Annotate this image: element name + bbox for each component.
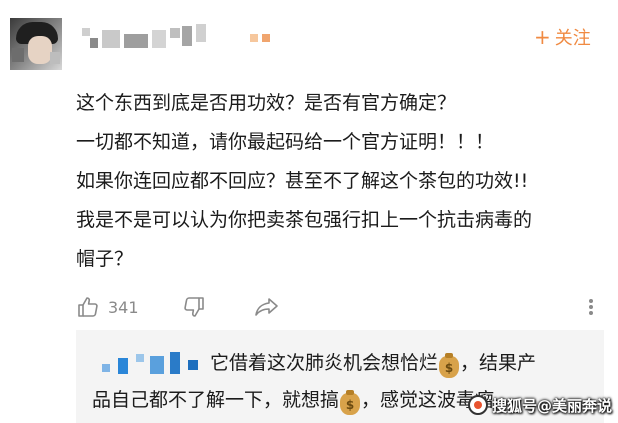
mosaic-pixel <box>170 28 180 38</box>
avatar[interactable] <box>10 18 62 70</box>
comment-line: 一切都不知道，请你最起码给一个官方证明！！！ <box>76 131 495 153</box>
thumbs-up-icon <box>76 295 100 319</box>
sohu-logo-icon <box>468 395 488 415</box>
plus-icon: + <box>534 25 551 49</box>
comment-actions: 341 <box>76 290 606 324</box>
more-options-button[interactable] <box>586 290 596 324</box>
money-bag-icon: $ <box>340 390 361 415</box>
watermark: 搜狐号@美丽奔说 <box>468 390 612 420</box>
like-count: 341 <box>108 297 139 317</box>
follow-label: 关注 <box>554 28 591 49</box>
comment-line: 帽子？ <box>76 248 134 270</box>
user-badge-pixel <box>262 34 270 42</box>
mosaic-pixel <box>196 24 206 42</box>
comment-header: + 关注 <box>0 0 618 76</box>
mosaic-pixel <box>182 26 192 46</box>
reply-text-part: 品自己都不了解一下，就想搞 <box>92 389 340 411</box>
reply-line: 它借着这次肺炎机会想恰烂 $ ，结果产 <box>92 345 602 382</box>
more-vertical-icon <box>586 295 596 319</box>
comment-body: 这个东西到底是否用功效？是否有官方确定？ 一切都不知道，请你最起码给一个官方证明… <box>76 84 606 279</box>
like-button[interactable]: 341 <box>76 290 139 324</box>
comment-line: 我是不是可以认为你把卖茶包强行扣上一个抗击病毒的 <box>76 209 533 231</box>
follow-button[interactable]: + 关注 <box>534 24 591 50</box>
mosaic-pixel <box>102 30 120 48</box>
avatar-mosaic-block <box>50 52 60 64</box>
mosaic-pixel <box>152 30 166 48</box>
money-bag-icon: $ <box>439 353 460 378</box>
comment-line: 这个东西到底是否用功效？是否有官方确定？ <box>76 92 457 114</box>
share-arrow-icon <box>254 295 280 319</box>
reply-text-part: ，结果产 <box>460 352 537 374</box>
share-button[interactable] <box>254 290 280 324</box>
reply-text-part: 它借着这次肺炎机会想恰烂 <box>210 352 439 374</box>
mosaic-pixel <box>124 34 148 48</box>
avatar-face <box>28 36 52 64</box>
mosaic-pixel <box>82 28 90 36</box>
comment-line: 如果你连回应都不回应？甚至不了解这个茶包的功效!! <box>76 170 529 192</box>
user-badge-pixel <box>250 34 258 42</box>
mosaic-pixel <box>90 38 98 48</box>
dislike-button[interactable] <box>182 290 206 324</box>
avatar-mosaic-block <box>12 48 24 62</box>
watermark-text: 搜狐号@美丽奔说 <box>492 396 613 415</box>
thumbs-down-icon <box>182 295 206 319</box>
